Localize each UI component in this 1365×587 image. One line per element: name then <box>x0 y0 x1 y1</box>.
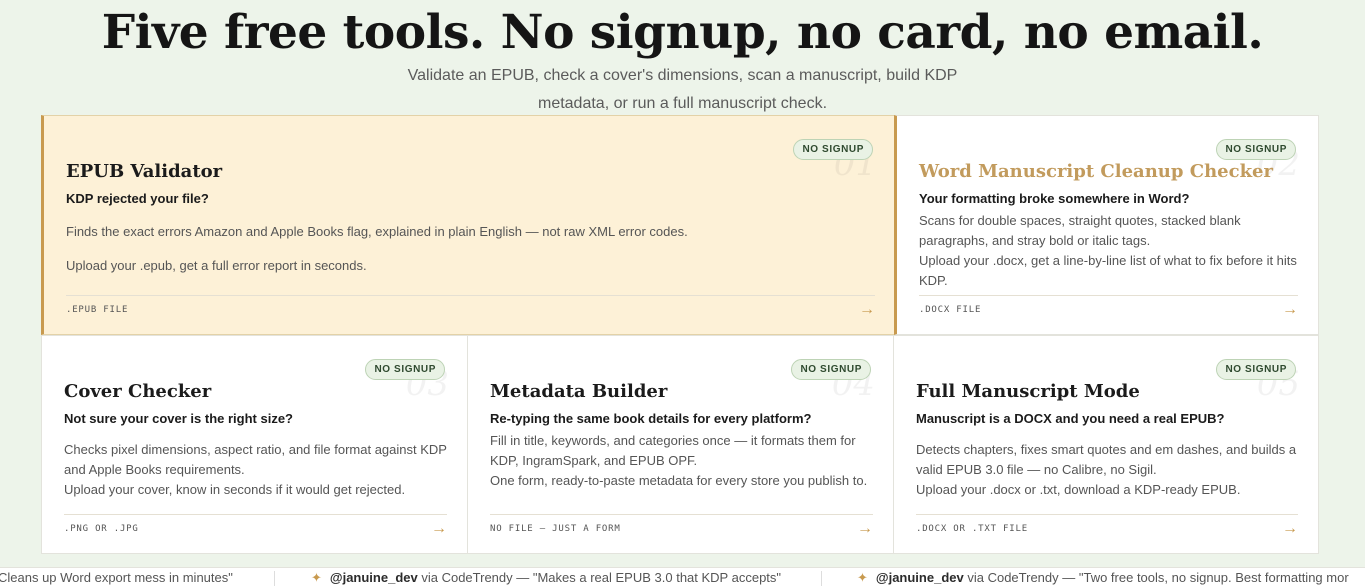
card-body-line: Upload your .docx, get a line-by-line li… <box>919 253 1297 288</box>
file-type-label: .DOCX OR .TXT FILE <box>916 524 1028 534</box>
tool-card-word-cleanup[interactable]: 02 NO SIGNUP Word Manuscript Cleanup Che… <box>894 115 1319 335</box>
card-body-line: Fill in title, keywords, and categories … <box>490 433 856 468</box>
ticker-divider <box>274 571 275 586</box>
testimonial-item: ✦ @januine_dev via CodeTrendy — "Two free… <box>857 568 1349 587</box>
hero-subtitle-line-1: Validate an EPUB, check a cover's dimens… <box>407 67 958 84</box>
no-signup-badge: NO SIGNUP <box>1216 359 1296 380</box>
testimonial-quote: "Two free tools, no signup. Best formatt… <box>1078 570 1349 585</box>
hero-subtitle: Validate an EPUB, check a cover's dimens… <box>370 62 995 118</box>
no-signup-badge: NO SIGNUP <box>791 359 871 380</box>
arrow-right-icon[interactable]: → <box>1282 521 1298 537</box>
hero-title: Five free tools. No signup, no card, no … <box>101 5 1264 60</box>
arrow-right-icon[interactable]: → <box>1282 302 1298 318</box>
card-description: Finds the exact errors Amazon and Apple … <box>66 222 875 276</box>
card-question: Your formatting broke somewhere in Word? <box>919 191 1190 206</box>
testimonial-handle: @januine_dev <box>875 570 964 585</box>
testimonial-quote: Cleans up Word export mess in minutes" <box>0 570 233 585</box>
sparkle-icon: ✦ <box>311 570 322 585</box>
card-body-line: Upload your cover, know in seconds if it… <box>64 482 406 497</box>
testimonial-source: via CodeTrendy — <box>417 570 533 585</box>
card-footer: .DOCX FILE → <box>919 295 1298 318</box>
testimonial-ticker: Cleans up Word export mess in minutes" ✦… <box>0 567 1365 587</box>
tool-card-epub-validator[interactable]: 01 NO SIGNUP EPUB Validator KDP rejected… <box>41 115 896 335</box>
tool-card-cover-checker[interactable]: 03 NO SIGNUP Cover Checker Not sure your… <box>41 335 468 554</box>
card-title: Cover Checker <box>64 381 212 402</box>
file-type-label: .PNG OR .JPG <box>64 524 139 534</box>
arrow-right-icon[interactable]: → <box>857 521 873 537</box>
arrow-right-icon[interactable]: → <box>431 521 447 537</box>
no-signup-badge: NO SIGNUP <box>365 359 445 380</box>
sparkle-icon: ✦ <box>857 570 868 585</box>
card-body-line: Upload your .epub, get a full error repo… <box>66 258 367 273</box>
card-body-line: Upload your .docx or .txt, download a KD… <box>916 482 1241 497</box>
card-question: KDP rejected your file? <box>66 191 209 206</box>
card-body-line: Detects chapters, fixes smart quotes and… <box>916 442 1297 477</box>
card-footer: NO FILE — JUST A FORM → <box>490 514 873 537</box>
tool-card-metadata-builder[interactable]: 04 NO SIGNUP Metadata Builder Re-typing … <box>467 335 894 554</box>
card-body-line: Checks pixel dimensions, aspect ratio, a… <box>64 442 447 477</box>
testimonial-item: ✦ @januine_dev via CodeTrendy — "Makes a … <box>311 568 782 587</box>
arrow-right-icon[interactable]: → <box>859 302 875 318</box>
testimonial-quote: "Makes a real EPUB 3.0 that KDP accepts" <box>532 570 782 585</box>
card-body-line: One form, ready-to-paste metadata for ev… <box>490 473 868 488</box>
ticker-divider <box>821 571 822 586</box>
hero-subtitle-line-2: metadata, or run a full manuscript check… <box>537 95 828 112</box>
tools-grid: 01 NO SIGNUP EPUB Validator KDP rejected… <box>41 115 1319 554</box>
file-type-label: NO FILE — JUST A FORM <box>490 524 621 534</box>
card-description: Checks pixel dimensions, aspect ratio, a… <box>64 440 447 500</box>
card-title: Metadata Builder <box>490 381 668 402</box>
card-title: EPUB Validator <box>66 161 223 182</box>
card-question: Manuscript is a DOCX and you need a real… <box>916 411 1225 426</box>
file-type-label: .DOCX FILE <box>919 305 982 315</box>
card-title: Word Manuscript Cleanup Checker <box>919 161 1273 182</box>
no-signup-badge: NO SIGNUP <box>793 139 873 160</box>
testimonial-handle: @januine_dev <box>329 570 418 585</box>
card-footer: .EPUB FILE → <box>66 295 875 318</box>
card-question: Not sure your cover is the right size? <box>64 411 293 426</box>
card-footer: .PNG OR .JPG → <box>64 514 447 537</box>
card-body-line: Finds the exact errors Amazon and Apple … <box>66 224 688 239</box>
card-description: Detects chapters, fixes smart quotes and… <box>916 440 1298 500</box>
testimonial-item: Cleans up Word export mess in minutes" <box>0 568 233 587</box>
file-type-label: .EPUB FILE <box>66 305 129 315</box>
card-title: Full Manuscript Mode <box>916 381 1140 402</box>
card-question: Re-typing the same book details for ever… <box>490 411 812 426</box>
card-description: Scans for double spaces, straight quotes… <box>919 211 1298 291</box>
card-body-line: Scans for double spaces, straight quotes… <box>919 213 1241 248</box>
testimonial-source: via CodeTrendy — <box>963 570 1079 585</box>
no-signup-badge: NO SIGNUP <box>1216 139 1296 160</box>
card-footer: .DOCX OR .TXT FILE → <box>916 514 1298 537</box>
tool-card-full-manuscript[interactable]: 05 NO SIGNUP Full Manuscript Mode Manusc… <box>893 335 1319 554</box>
card-description: Fill in title, keywords, and categories … <box>490 431 873 491</box>
